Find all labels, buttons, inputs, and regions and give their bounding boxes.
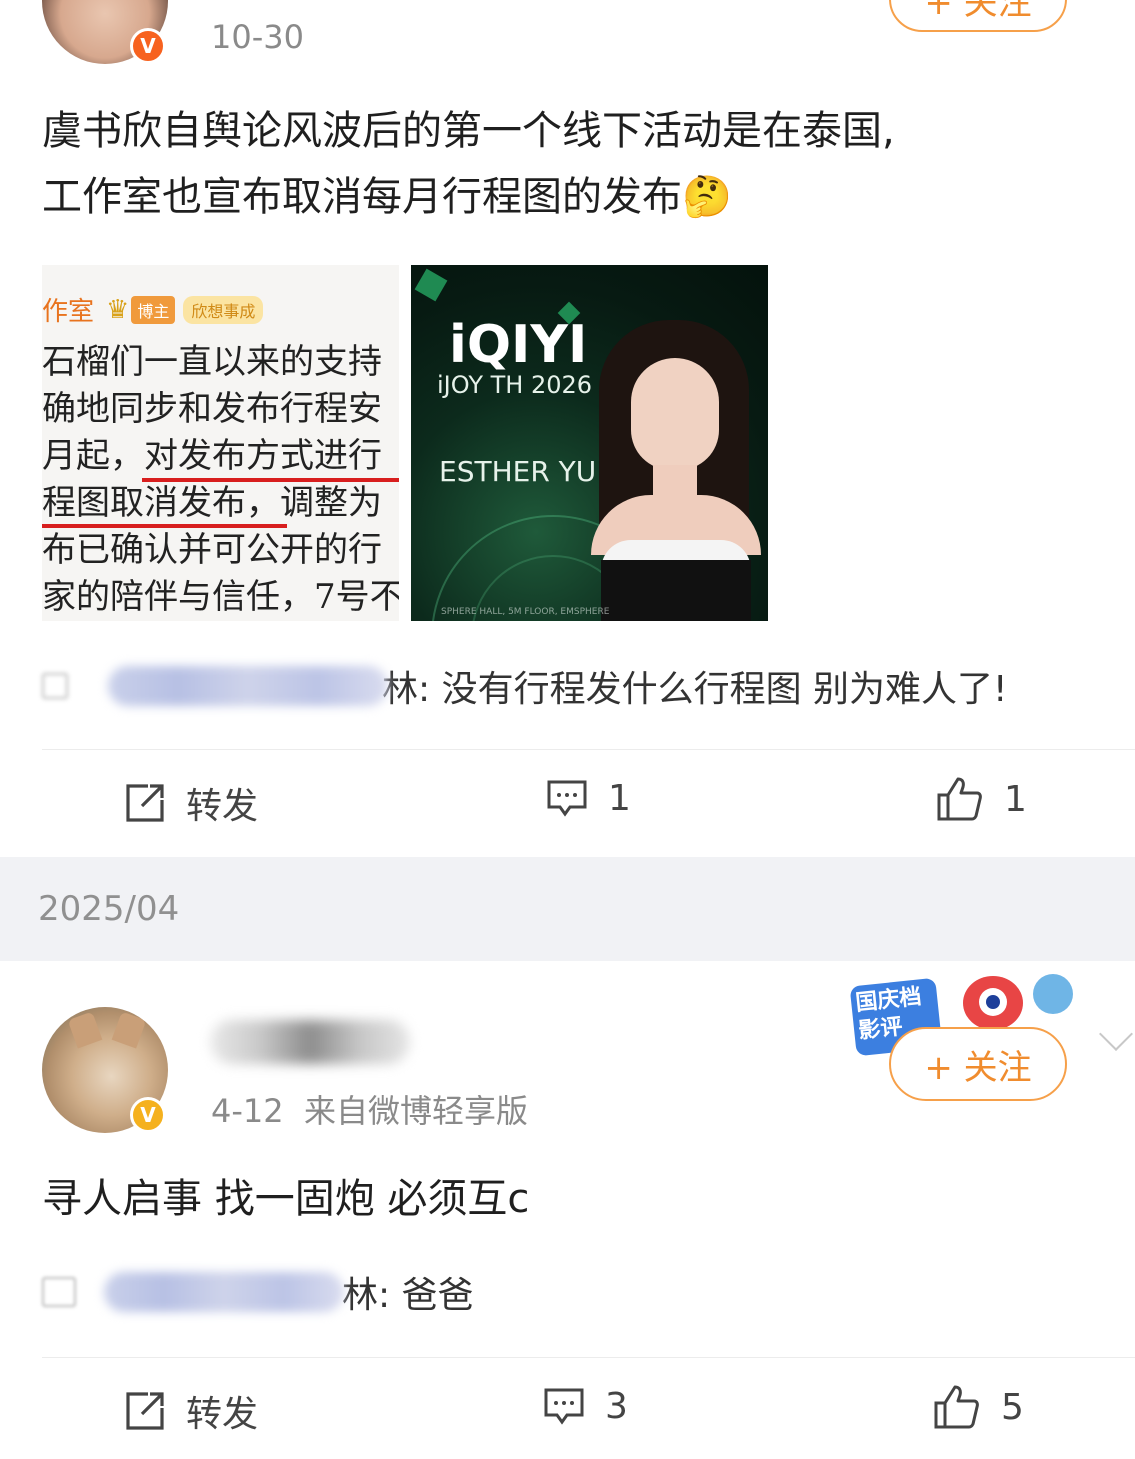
announcement-line: 布已确认并可公开的行 — [42, 530, 382, 570]
post1-comment-text: 林: 没有行程发什么行程图 别为难人了! — [382, 669, 1008, 710]
post1-comment-author-blurred — [108, 666, 388, 706]
announcement-line: 家的陪伴与信任，7号不 — [42, 577, 399, 617]
comment-icon — [547, 780, 587, 817]
announcement-line: 月起，对发布方式进行 — [42, 436, 382, 476]
repost-icon — [126, 784, 164, 822]
post1-text-line2: 工作室也宣布取消每月行程图的发布 — [42, 174, 682, 220]
announcement-badge-blogger: 博主 — [131, 295, 176, 324]
post1-date: 10-30 — [211, 18, 304, 56]
post2-like-count: 5 — [1001, 1386, 1024, 1428]
announcement-underline-1 — [142, 478, 399, 482]
post1-comment-preview[interactable]: 林: 没有行程发什么行程图 别为难人了! — [42, 660, 1007, 712]
announcement-line: 石榴们一直以来的支持 — [42, 342, 382, 382]
post2-follow-label: + 关注 — [924, 1047, 1032, 1088]
date-section-label: 2025/04 — [38, 889, 180, 929]
post2-divider — [42, 1357, 1135, 1358]
crown-icon: ♛ — [106, 294, 130, 325]
post2-more-chevron-icon[interactable] — [1099, 1017, 1133, 1051]
post2-verified-badge-icon: V — [130, 1097, 166, 1133]
post2-follow-button[interactable]: + 关注 — [889, 1027, 1067, 1101]
poster-figure — [591, 320, 761, 621]
post2-like-button[interactable]: 5 — [933, 1383, 1024, 1431]
announcement-line: 确地同步和发布行程安 — [42, 389, 382, 429]
post1-comment-count: 1 — [608, 777, 631, 819]
like-thumb-icon — [937, 777, 982, 821]
post1-follow-button[interactable]: + 关注 — [889, 0, 1067, 32]
eye-mascot-icon — [963, 976, 1023, 1030]
post1-like-count: 1 — [1004, 778, 1027, 820]
comment-icon — [42, 673, 68, 699]
post2-comment-text: 林: 爸爸 — [342, 1275, 474, 1316]
poster-name: ESTHER YU — [439, 455, 597, 488]
film-reel-icon — [1033, 974, 1073, 1014]
repost-icon — [126, 1392, 164, 1430]
post2-comment-preview[interactable]: 林: 爸爸 — [42, 1266, 474, 1318]
poster-footer: SPHERE HALL, 5M FLOOR, EMSPHERE — [441, 607, 610, 617]
post2-comment-button[interactable]: 3 — [543, 1385, 628, 1427]
announcement-line: 程图取消发布，调整为 — [42, 483, 382, 523]
announcement-badge-fan: 欣想事成 — [183, 295, 264, 324]
post1-image-announcement[interactable]: 作室 ♛ 博主 欣想事成 石榴们一直以来的支持 确地同步和发布行程安 月起，对发… — [42, 265, 399, 621]
post1-verified-badge-icon: V — [130, 28, 166, 64]
post1-text-line1: 虞书欣自舆论风波后的第一个线下活动是在泰国, — [42, 108, 895, 154]
thinking-face-icon: 🤔 — [682, 174, 732, 220]
post1-repost-button[interactable]: 转发 — [124, 777, 258, 829]
post2-date-source: 4-12 来自微博轻享版 — [211, 1092, 528, 1130]
comment-icon — [42, 1277, 76, 1307]
post1-text: 虞书欣自舆论风波后的第一个线下活动是在泰国, 工作室也宣布取消每月行程图的发布🤔 — [42, 98, 1102, 230]
post1-repost-label: 转发 — [186, 786, 259, 827]
announcement-underline-2 — [42, 524, 287, 528]
post2-repost-label: 转发 — [186, 1394, 259, 1435]
comment-icon — [544, 1388, 584, 1425]
post1-comment-button[interactable]: 1 — [546, 777, 631, 819]
post1-follow-label: + 关注 — [924, 0, 1032, 23]
post2-comment-author-blurred — [104, 1272, 344, 1312]
poster-brand: iQIYI — [449, 315, 588, 375]
post1-divider — [42, 749, 1135, 750]
poster-subtitle: iJOY TH 2026 — [437, 371, 593, 399]
post1-like-button[interactable]: 1 — [936, 775, 1027, 823]
post2-repost-button[interactable]: 转发 — [124, 1385, 258, 1437]
post1-image-poster[interactable]: iQIYI iJOY TH 2026 ESTHER YU SPHERE HALL… — [411, 265, 768, 621]
post2-comment-count: 3 — [605, 1385, 628, 1427]
post2-text: 寻人启事 找一固炮 必须互c — [42, 1176, 530, 1222]
date-section-header: 2025/04 — [0, 857, 1135, 961]
post2-username-blurred[interactable] — [210, 1020, 410, 1064]
announcement-header: 作室 — [42, 297, 95, 327]
like-thumb-icon — [934, 1385, 979, 1429]
